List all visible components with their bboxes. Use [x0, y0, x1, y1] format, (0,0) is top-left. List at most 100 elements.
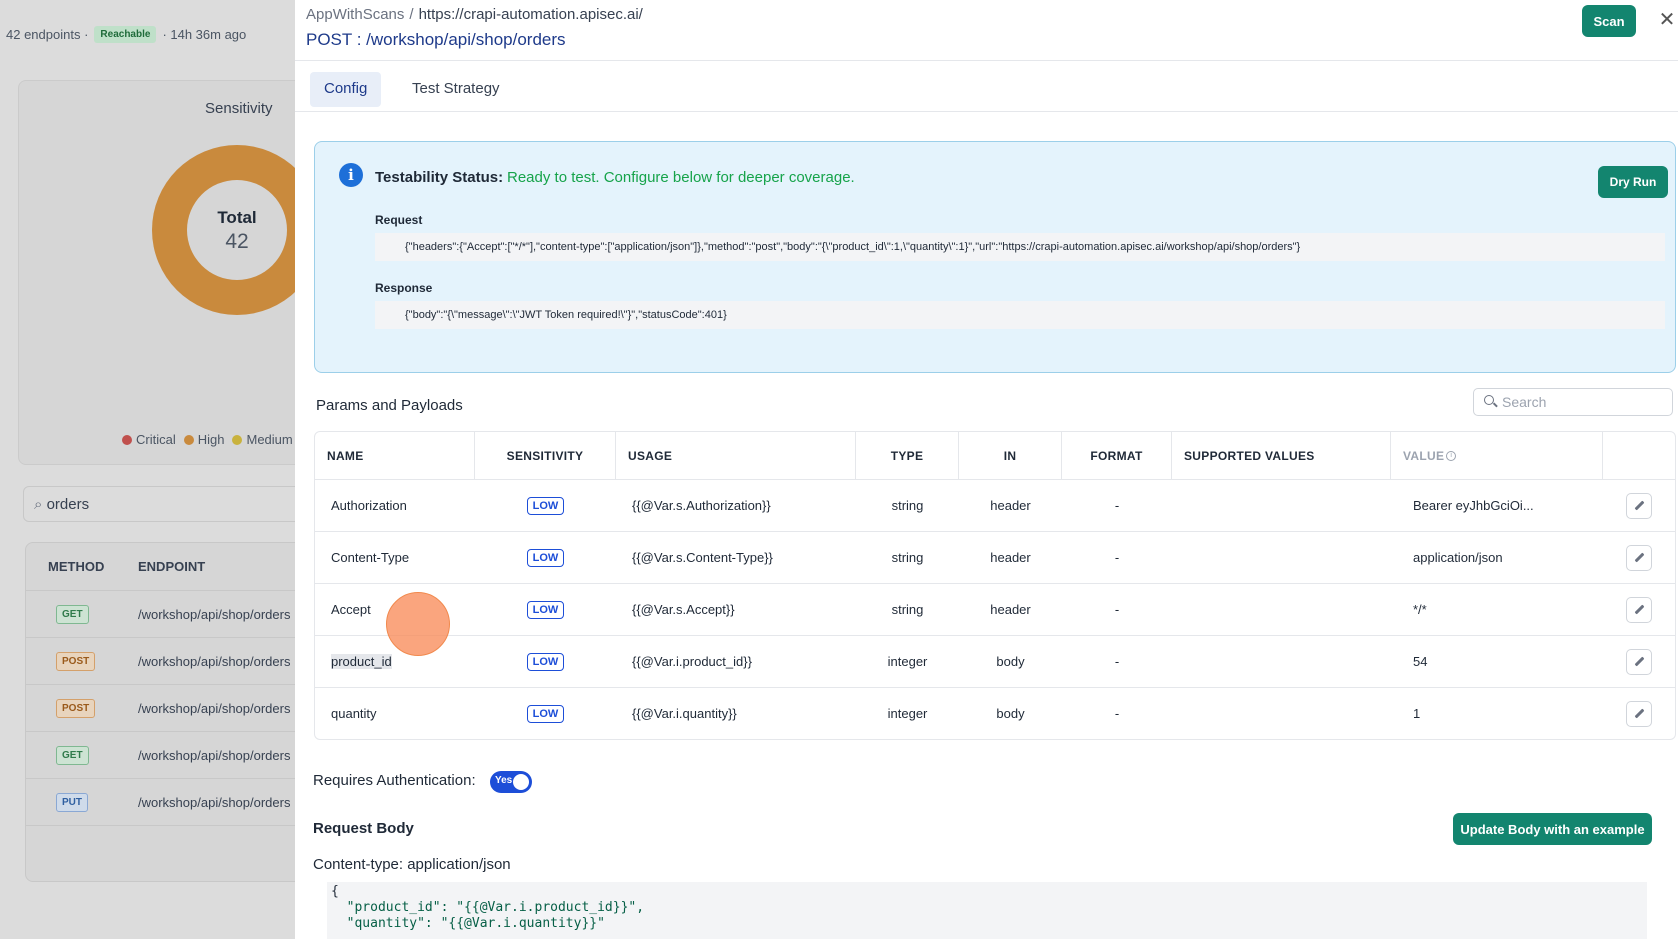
code-line: "product_id": "{{@Var.i.product_id}}", [331, 900, 645, 915]
breadcrumb-app-link[interactable]: AppWithScans [306, 6, 404, 23]
search-icon: ⌕ [34, 496, 43, 513]
param-format: - [1114, 550, 1120, 565]
col-supported-values: SUPPORTED VALUES [1172, 432, 1391, 479]
col-format: FORMAT [1062, 432, 1172, 479]
endpoint-count: 42 endpoints · [6, 27, 89, 42]
method-badge: POST [56, 698, 96, 718]
param-format: - [1114, 706, 1120, 721]
edit-param-button[interactable] [1626, 648, 1652, 675]
endpoint-config-drawer: AppWithScans / https://crapi-automation.ap… [295, 0, 1678, 939]
param-type: string [891, 498, 924, 513]
legend-medium: Medium [232, 432, 293, 447]
code-line: "quantity": "{{@Var.i.quantity}}" [331, 916, 605, 931]
table-row: Authorization LOW {{@Var.s.Authorization… [315, 479, 1675, 531]
param-format: - [1114, 654, 1120, 669]
value-info-icon[interactable]: i [1446, 450, 1457, 461]
tab-config[interactable]: Config [310, 72, 382, 107]
toggle-label: Yes [495, 775, 513, 786]
reachable-badge: Reachable [94, 26, 157, 43]
last-scan-time: · 14h 36m ago [162, 27, 247, 42]
param-name: Accept [331, 602, 371, 617]
dry-run-button[interactable]: Dry Run [1598, 166, 1668, 198]
param-name: product_id [331, 654, 392, 669]
col-value: VALUE i [1391, 432, 1603, 479]
donut-total-label: Total [217, 208, 257, 227]
table-row[interactable]: GET /workshop/api/shop/orders [26, 732, 324, 779]
breadcrumb: AppWithScans / https://crapi-automation.ap… [306, 6, 643, 23]
pencil-icon [1634, 656, 1644, 667]
param-in: header [990, 550, 1031, 565]
table-row[interactable]: POST /workshop/api/shop/orders [26, 638, 324, 685]
response-value: {"body":"{\"message\":\"JWT Token requir… [375, 301, 1665, 329]
param-name: Authorization [331, 498, 407, 513]
close-icon[interactable]: ✕ [1657, 10, 1677, 30]
param-supported-values [1172, 532, 1391, 583]
params-table: NAME SENSITIVITY USAGE TYPE IN FORMAT SU… [314, 431, 1676, 740]
params-search-input[interactable]: Search [1473, 388, 1673, 416]
param-type: string [891, 602, 924, 617]
sensitivity-badge: LOW [526, 496, 565, 515]
param-in: body [996, 654, 1025, 669]
testability-status-panel: i Testability Status: Ready to test. Con… [314, 141, 1676, 373]
scan-button[interactable]: Scan [1582, 5, 1636, 37]
method-header: METHOD [48, 559, 105, 574]
method-badge: GET [56, 745, 89, 765]
requires-auth-toggle[interactable]: Yes [490, 771, 532, 793]
param-type: string [891, 550, 924, 565]
testability-status-text: Ready to test. Configure below for deepe… [507, 169, 855, 186]
request-body-editor[interactable]: { "product_id": "{{@Var.i.product_id}}",… [327, 882, 1647, 939]
param-value: 1 [1413, 706, 1421, 721]
col-name: NAME [315, 432, 475, 479]
donut-total-value: 42 [225, 230, 249, 253]
pencil-icon [1634, 604, 1644, 615]
col-in: IN [959, 432, 1062, 479]
edit-param-button[interactable] [1626, 596, 1652, 623]
param-usage: {{@Var.i.product_id}} [632, 654, 752, 669]
col-type: TYPE [856, 432, 959, 479]
table-row[interactable]: GET /workshop/api/shop/orders [26, 591, 324, 638]
method-badge: GET [56, 604, 89, 624]
params-table-header: NAME SENSITIVITY USAGE TYPE IN FORMAT SU… [315, 432, 1675, 479]
param-format: - [1114, 602, 1120, 617]
pencil-icon [1634, 552, 1644, 563]
code-open-brace: { [331, 884, 339, 899]
header-divider [295, 60, 1678, 61]
param-format: - [1114, 498, 1120, 513]
endpoint-table-header: METHOD ENDPOINT [26, 543, 324, 591]
table-row: quantity LOW {{@Var.i.quantity}} integer… [315, 687, 1675, 739]
medium-dot-icon [232, 435, 243, 445]
param-value: Bearer eyJhbGciOi... [1413, 498, 1534, 513]
legend-high: High [183, 432, 224, 447]
param-usage: {{@Var.i.quantity}} [632, 706, 737, 721]
param-value: application/json [1413, 550, 1503, 565]
tabs-divider [295, 111, 1678, 112]
param-usage: {{@Var.s.Authorization}} [632, 498, 771, 513]
param-name: Content-Type [331, 550, 410, 565]
endpoints-meta: 42 endpoints · Reachable · 14h 36m ago [6, 26, 246, 43]
sensitivity-badge: LOW [526, 652, 565, 671]
edit-param-button[interactable] [1626, 700, 1652, 727]
sensitivity-badge: LOW [526, 548, 565, 567]
table-row[interactable]: PUT /workshop/api/shop/orders [26, 779, 324, 826]
param-supported-values [1172, 688, 1391, 739]
edit-param-button[interactable] [1626, 492, 1652, 519]
param-value: 54 [1413, 654, 1428, 669]
method-badge: POST [56, 651, 96, 671]
endpoint-header: ENDPOINT [138, 559, 206, 574]
edit-param-button[interactable] [1626, 544, 1652, 571]
param-supported-values [1172, 636, 1391, 687]
pencil-icon [1634, 500, 1644, 511]
tab-test-strategy[interactable]: Test Strategy [398, 72, 514, 107]
update-body-button[interactable]: Update Body with an example [1453, 813, 1652, 845]
params-title: Params and Payloads [316, 397, 463, 414]
endpoint-title: POST : /workshop/api/shop/orders [306, 30, 566, 49]
donut-center: Total 42 [187, 180, 287, 280]
param-supported-values [1172, 480, 1391, 531]
endpoint-table: METHOD ENDPOINT GET /workshop/api/shop/o… [25, 542, 325, 882]
high-dot-icon [183, 435, 194, 445]
param-in: header [990, 498, 1031, 513]
param-supported-values [1172, 584, 1391, 635]
request-body-title: Request Body [313, 820, 414, 837]
endpoint-search-input[interactable]: ⌕ orders [23, 486, 323, 522]
table-row[interactable]: POST /workshop/api/shop/orders [26, 685, 324, 732]
